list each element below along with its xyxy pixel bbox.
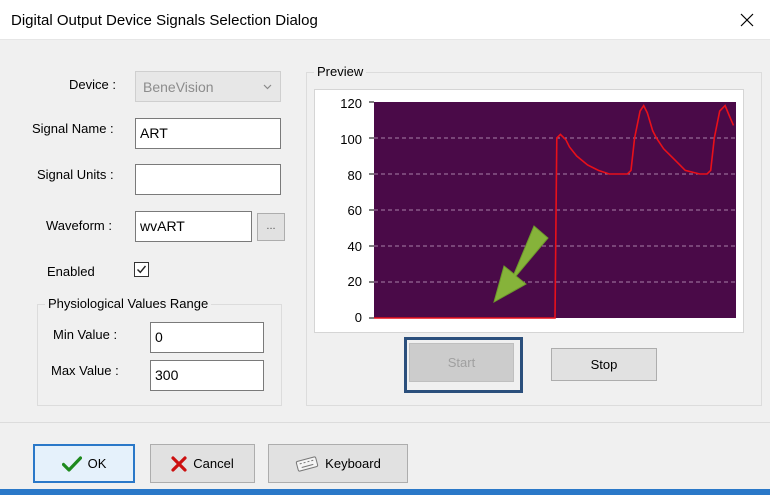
stop-button[interactable]: Stop [551, 348, 657, 381]
enabled-label: Enabled [47, 264, 95, 279]
ok-label: OK [87, 456, 107, 471]
y-tick-label: 40 [347, 239, 362, 254]
keyboard-icon [296, 455, 319, 472]
y-tick-label: 0 [354, 310, 362, 325]
y-tick-label: 120 [340, 96, 362, 111]
min-value-label: Min Value : [53, 327, 118, 342]
physiological-range-title: Physiological Values Range [45, 296, 212, 311]
checkmark-icon [137, 265, 147, 274]
cancel-x-icon [171, 455, 187, 472]
y-tick-marks [369, 101, 374, 319]
y-tick-label: 80 [347, 168, 362, 183]
device-label: Device : [69, 77, 116, 92]
title-bar: Digital Output Device Signals Selection … [0, 0, 770, 40]
device-combo[interactable]: BeneVision [135, 71, 281, 102]
cancel-button[interactable]: Cancel [150, 444, 255, 483]
window-title: Digital Output Device Signals Selection … [11, 12, 318, 29]
keyboard-button[interactable]: Keyboard [268, 444, 408, 483]
enabled-checkbox[interactable] [134, 262, 149, 277]
signal-name-input[interactable]: ART [135, 118, 281, 149]
y-tick-label: 60 [347, 203, 362, 218]
device-value: BeneVision [143, 79, 214, 95]
ok-button[interactable]: OK [33, 444, 135, 483]
max-value-input[interactable]: 300 [150, 360, 264, 391]
signal-name-label: Signal Name : [32, 121, 114, 136]
cancel-label: Cancel [193, 456, 234, 471]
chevron-down-icon [263, 84, 272, 90]
waveform-label: Waveform : [46, 218, 112, 233]
start-highlight-box [404, 337, 523, 393]
close-icon [740, 13, 754, 27]
annotation-arrow [493, 225, 549, 304]
waveform-browse-button[interactable]: ... [257, 213, 285, 241]
signal-units-input[interactable] [135, 164, 281, 195]
signal-units-label: Signal Units : [37, 167, 114, 182]
max-value-label: Max Value : [51, 363, 119, 378]
y-tick-label: 20 [347, 274, 362, 289]
window-bottom-edge [0, 489, 770, 495]
keyboard-label: Keyboard [325, 456, 381, 471]
y-tick-label: 100 [340, 132, 362, 147]
close-button[interactable] [724, 0, 770, 40]
waveform-input[interactable]: wvART [135, 211, 252, 242]
preview-title: Preview [314, 64, 367, 79]
checkmark-icon [61, 455, 82, 472]
min-value-input[interactable]: 0 [150, 322, 264, 353]
